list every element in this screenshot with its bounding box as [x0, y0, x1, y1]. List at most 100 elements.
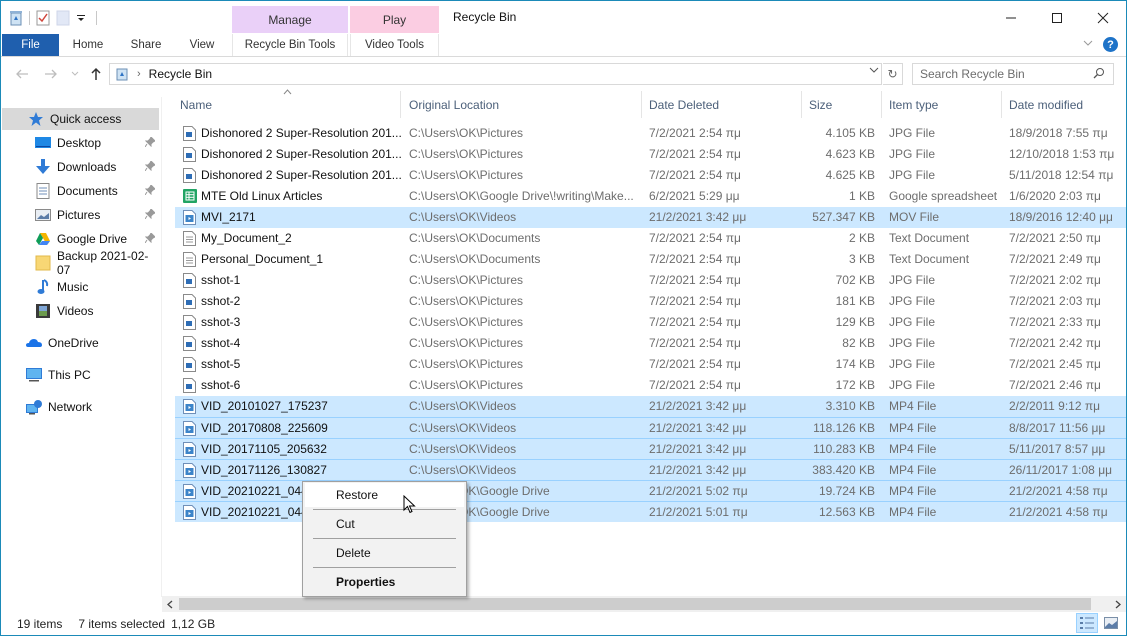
menu-item-cut[interactable]: Cut: [305, 512, 464, 536]
scroll-right-button[interactable]: [1110, 596, 1126, 612]
title-bar: Manage Play Recycle Bin: [1, 1, 1126, 34]
file-row[interactable]: Dishonored 2 Super-Resolution 201... C:\U…: [175, 144, 1126, 165]
pin-icon[interactable]: [144, 135, 156, 150]
properties-check-icon[interactable]: [36, 10, 50, 26]
refresh-button[interactable]: ↻: [883, 63, 903, 85]
file-row[interactable]: VID_20101027_175237 C:\Users\OK\Videos 21/…: [175, 396, 1126, 417]
search-icon[interactable]: [1093, 67, 1105, 82]
sidebar-item-music[interactable]: Music: [2, 276, 159, 298]
sidebar-item-documents[interactable]: Documents: [2, 180, 159, 202]
sidebar-item-this-pc[interactable]: This PC: [2, 364, 159, 386]
file-row[interactable]: VID_20171126_130827 C:\Users\OK\Videos 21/…: [175, 459, 1126, 480]
breadcrumb-recycle-bin[interactable]: Recycle Bin: [149, 67, 212, 81]
back-arrow-icon: [16, 69, 28, 79]
image-file-icon: [183, 357, 196, 372]
scroll-left-button[interactable]: [162, 596, 178, 612]
image-file-icon: [183, 168, 196, 183]
file-row[interactable]: sshot-5 C:\Users\OK\Pictures 7/2/2021 2:54…: [175, 354, 1126, 375]
column-header-name[interactable]: Name: [175, 89, 401, 118]
date-deleted: 7/2/2021 2:54 πμ: [649, 378, 741, 392]
sidebar-item-desktop[interactable]: Desktop: [2, 132, 159, 154]
sidebar-item-google-drive[interactable]: Google Drive: [2, 228, 159, 250]
menu-item-restore[interactable]: Restore: [305, 483, 464, 507]
chevron-right-icon: [1115, 600, 1121, 608]
file-name: sshot-3: [201, 315, 241, 329]
pin-icon[interactable]: [144, 231, 156, 246]
column-header-date-deleted[interactable]: Date Deleted: [644, 91, 802, 118]
spreadsheet-icon: [183, 189, 197, 204]
image-file-icon: [183, 336, 196, 351]
menu-item-delete[interactable]: Delete: [305, 541, 464, 565]
forward-button[interactable]: [43, 64, 59, 84]
sidebar-item-videos[interactable]: Videos: [2, 300, 159, 322]
scrollbar-thumb[interactable]: [179, 598, 1091, 610]
up-button[interactable]: [88, 64, 104, 84]
address-dropdown[interactable]: [869, 66, 879, 77]
file-row[interactable]: sshot-3 C:\Users\OK\Pictures 7/2/2021 2:54…: [175, 312, 1126, 333]
date-modified: 18/9/2016 12:40 μμ: [1009, 210, 1113, 224]
address-bar[interactable]: › Recycle Bin: [109, 63, 882, 85]
file-name: sshot-2: [201, 294, 241, 308]
network-icon: [26, 399, 42, 415]
menu-item-properties[interactable]: Properties: [305, 570, 464, 594]
file-row[interactable]: sshot-6 C:\Users\OK\Pictures 7/2/2021 2:54…: [175, 375, 1126, 396]
details-view-button[interactable]: [1076, 613, 1098, 633]
file-row[interactable]: VID_20171105_205632 C:\Users\OK\Videos 21/…: [175, 438, 1126, 459]
explorer-window: Manage Play Recycle Bin File Home Share …: [0, 0, 1127, 636]
pin-icon[interactable]: [144, 207, 156, 222]
file-row[interactable]: sshot-2 C:\Users\OK\Pictures 7/2/2021 2:54…: [175, 291, 1126, 312]
recycle-bin-icon[interactable]: [9, 10, 23, 26]
file-row[interactable]: MTE Old Linux Articles C:\Users\OK\Google…: [175, 186, 1126, 207]
sidebar-item-label: Downloads: [57, 160, 117, 174]
file-row[interactable]: Dishonored 2 Super-Resolution 201... C:\U…: [175, 165, 1126, 186]
file-row[interactable]: sshot-1 C:\Users\OK\Pictures 7/2/2021 2:54…: [175, 270, 1126, 291]
back-button[interactable]: [14, 64, 30, 84]
date-modified: 7/2/2021 2:49 πμ: [1009, 252, 1101, 266]
sidebar-item-pictures[interactable]: Pictures: [2, 204, 159, 226]
large-icons-view-button[interactable]: [1100, 613, 1122, 633]
date-modified: 7/2/2021 2:50 πμ: [1009, 231, 1101, 245]
file-row[interactable]: Personal_Document_1 C:\Users\OK\Documents…: [175, 249, 1126, 270]
sidebar-item-onedrive[interactable]: OneDrive: [2, 332, 159, 354]
sidebar-item-label: Desktop: [57, 136, 102, 150]
recent-locations-button[interactable]: [67, 64, 83, 84]
search-box[interactable]: [912, 63, 1114, 85]
file-row[interactable]: sshot-4 C:\Users\OK\Pictures 7/2/2021 2:54…: [175, 333, 1126, 354]
sidebar-item-quick-access[interactable]: Quick access: [2, 108, 159, 130]
expand-ribbon-icon[interactable]: [1083, 39, 1093, 50]
file-row[interactable]: My_Document_2 C:\Users\OK\Documents 7/2/20…: [175, 228, 1126, 249]
tab-file[interactable]: File: [2, 34, 59, 56]
help-icon[interactable]: ?: [1103, 37, 1118, 52]
tab-recycle-bin-tools[interactable]: Recycle Bin Tools: [232, 34, 348, 56]
tab-share[interactable]: Share: [121, 34, 171, 56]
pin-icon[interactable]: [144, 183, 156, 198]
column-header-original-location[interactable]: Original Location: [404, 91, 642, 118]
maximize-button[interactable]: [1034, 1, 1080, 34]
sidebar-item-network[interactable]: Network: [2, 396, 159, 418]
tab-video-tools[interactable]: Video Tools: [350, 34, 439, 56]
forward-arrow-icon: [45, 69, 57, 79]
pin-icon[interactable]: [144, 159, 156, 174]
column-header-size[interactable]: Size: [804, 91, 882, 118]
search-input[interactable]: [920, 67, 1090, 81]
file-size: 1 KB: [848, 189, 875, 203]
tab-home[interactable]: Home: [63, 34, 113, 56]
close-button[interactable]: [1080, 1, 1126, 34]
file-row[interactable]: Dishonored 2 Super-Resolution 201... C:\U…: [175, 123, 1126, 144]
column-header-item-type[interactable]: Item type: [884, 91, 1002, 118]
sidebar-item-downloads[interactable]: Downloads: [2, 156, 159, 178]
column-header-date-modified[interactable]: Date modified: [1004, 91, 1126, 118]
item-type: MP4 File: [889, 399, 937, 413]
minimize-button[interactable]: [988, 1, 1034, 34]
item-type: JPG File: [889, 273, 936, 287]
new-folder-icon[interactable]: [56, 10, 70, 26]
sidebar-item-backup[interactable]: Backup 2021-02-07: [2, 249, 159, 277]
tab-view[interactable]: View: [179, 34, 225, 56]
date-deleted: 7/2/2021 2:54 πμ: [649, 294, 741, 308]
date-modified: 7/2/2021 2:03 πμ: [1009, 294, 1101, 308]
horizontal-scrollbar[interactable]: [162, 596, 1126, 612]
file-row[interactable]: VID_20170808_225609 C:\Users\OK\Videos 21/…: [175, 417, 1126, 438]
customize-dropdown-icon[interactable]: [76, 10, 90, 26]
file-row[interactable]: MVI_2171 C:\Users\OK\Videos 21/2/2021 3:42…: [175, 207, 1126, 228]
file-size: 4.105 KB: [825, 126, 875, 140]
